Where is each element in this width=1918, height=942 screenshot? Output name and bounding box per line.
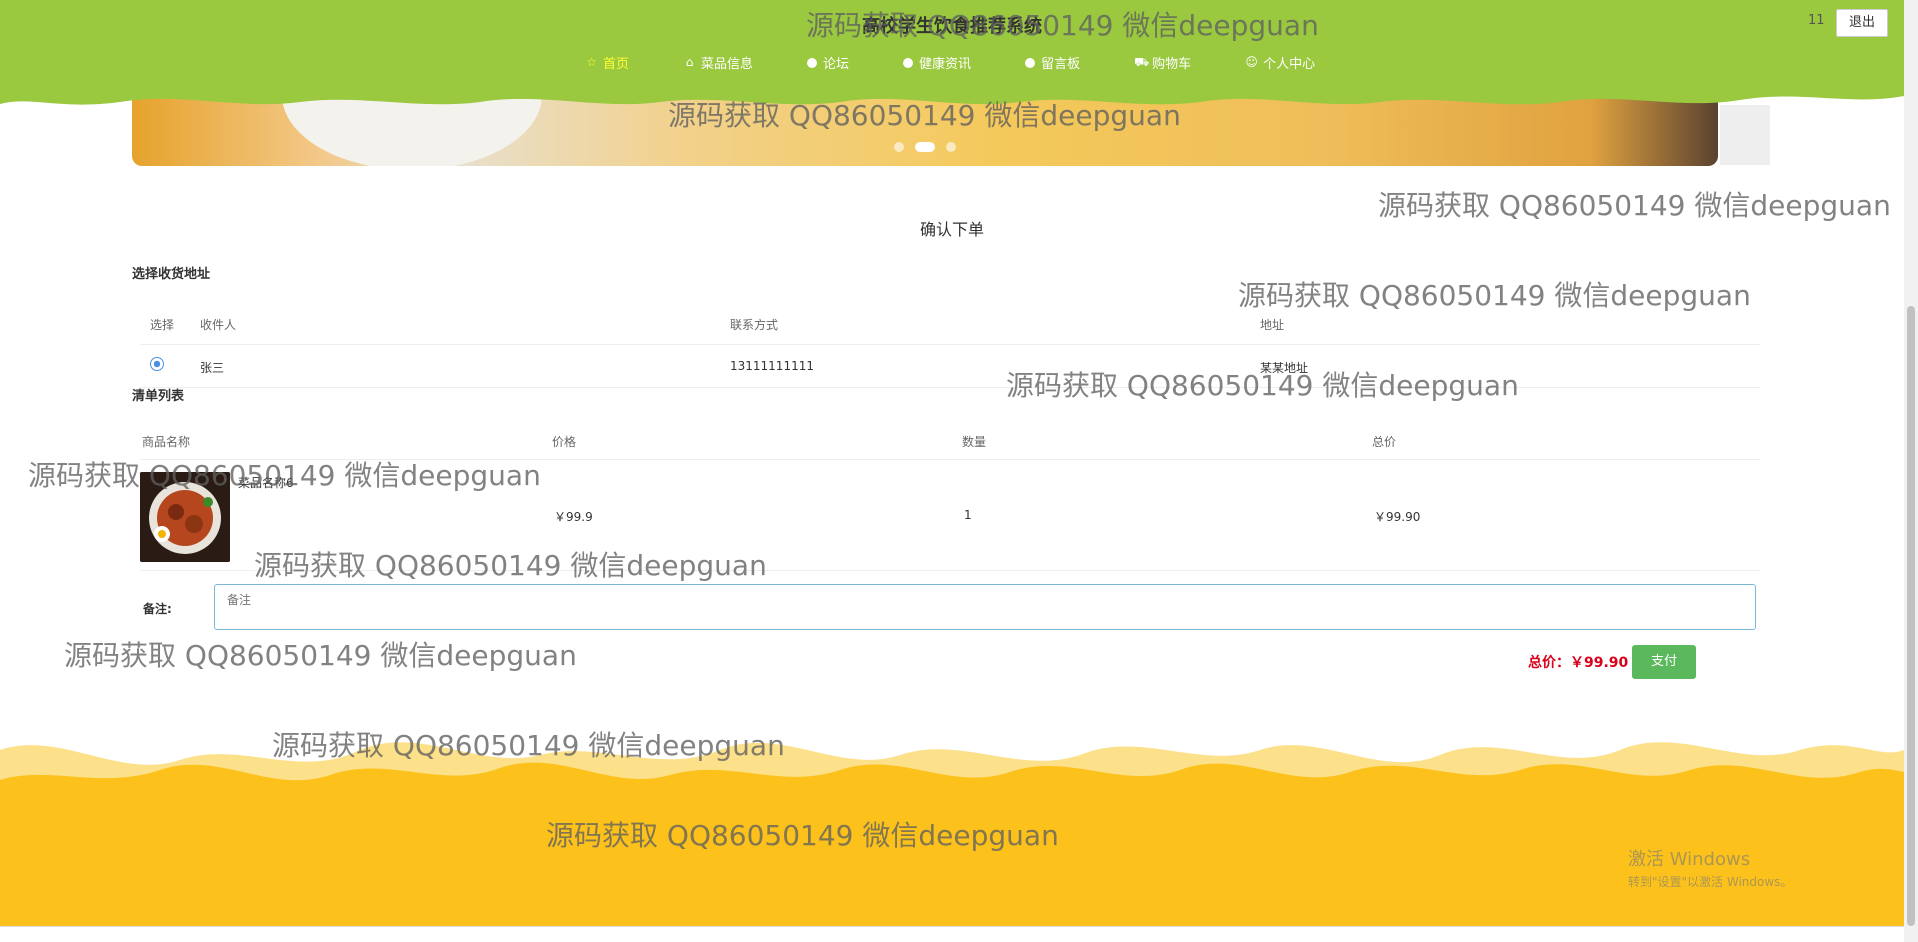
user-icon: ☺ [1245,55,1258,69]
star-icon: ☆ [586,55,597,69]
nav-health-news[interactable]: 健康资讯 [903,53,971,72]
watermark: 源码获取 QQ86050149 微信deepguan [64,639,577,672]
dish-total: ￥99.90 [1374,510,1421,524]
pay-button[interactable]: 支付 [1632,645,1696,679]
activation-title: 激活 Windows [1628,849,1751,870]
dot-icon [903,57,914,68]
nav-cart[interactable]: ⛟ 购物车 [1134,53,1192,73]
windows-activation-notice: 激活 Windows 转到"设置"以激活 Windows。 [1628,845,1792,890]
order-title: 确认下单 [919,220,984,239]
remark-label: 备注: [143,602,172,616]
carousel-indicators [132,137,1718,156]
nav-dishes-label: 菜品信息 [701,57,754,72]
nav-user-center[interactable]: ☺ 个人中心 [1245,53,1316,73]
col-total: 总价 [1372,435,1397,449]
dot-icon [1025,57,1036,68]
nav-user-center-label: 个人中心 [1263,57,1316,72]
page: 高校学生饮食推荐系统 ☆ 首页 ⌂ 菜品信息 论坛 健康资讯 留言板 ⛟ 购物车… [0,0,1904,942]
top-header: 高校学生饮食推荐系统 ☆ 首页 ⌂ 菜品信息 论坛 健康资讯 留言板 ⛟ 购物车… [0,0,1904,112]
remark-input[interactable] [214,584,1756,630]
carousel-dot[interactable] [893,142,904,152]
activation-subtitle: 转到"设置"以激活 Windows。 [1628,875,1793,889]
order-total: 总价：￥99.90 [1528,655,1629,671]
receiver-contact: 13111111111 [730,359,814,373]
footer-wave [0,720,1904,942]
nav-home[interactable]: ☆ 首页 [585,53,630,73]
logout-button[interactable]: 退出 [1836,9,1888,37]
vertical-scrollbar[interactable] [1904,0,1918,942]
nav-home-label: 首页 [603,57,630,72]
col-contact: 联系方式 [730,318,779,332]
main-nav: ☆ 首页 ⌂ 菜品信息 论坛 健康资讯 留言板 ⛟ 购物车 ☺ 个人中心 [585,53,1369,73]
dish-quantity: 1 [964,508,972,522]
dish-price: ￥99.9 [554,510,593,524]
bottom-edge [0,926,1904,942]
col-quantity: 数量 [962,435,987,449]
col-address: 地址 [1260,318,1285,332]
col-price: 价格 [552,435,577,449]
carousel-dot[interactable] [946,142,957,152]
bag-icon: ⌂ [685,55,694,69]
receiver-name: 张三 [200,361,225,375]
nav-message-board-label: 留言板 [1041,57,1081,72]
address-section-title: 选择收货地址 [132,267,211,282]
carousel-dot-active[interactable] [915,142,935,152]
col-goods-name: 商品名称 [142,435,191,449]
col-receiver: 收件人 [200,318,237,332]
nav-forum[interactable]: 论坛 [807,53,849,72]
col-select: 选择 [150,318,175,332]
address-table: 选择 收件人 联系方式 地址 张三 13111111111 某某地址 [140,302,1760,388]
username[interactable]: 11 [1808,13,1825,28]
dish-thumbnail[interactable] [140,472,230,562]
nav-dishes[interactable]: ⌂ 菜品信息 [683,53,754,73]
goods-table: 商品名称 价格 数量 总价 菜品名称6 ￥99.9 1 ￥99.90 [140,423,1760,571]
nav-forum-label: 论坛 [823,57,850,72]
banner-next-slide [1720,105,1770,165]
site-title: 高校学生饮食推荐系统 [862,16,1042,37]
receiver-address: 某某地址 [1260,361,1309,375]
cart-icon: ⛟ [1134,55,1150,69]
address-radio[interactable] [150,357,164,371]
scrollbar-thumb[interactable] [1907,306,1915,926]
goods-table-header: 商品名称 价格 数量 总价 [140,423,1760,460]
dish-name: 菜品名称6 [238,476,294,490]
dot-icon [807,57,818,68]
table-row: 菜品名称6 ￥99.9 1 ￥99.90 [140,460,1760,571]
list-section-title: 清单列表 [132,389,185,404]
address-table-header: 选择 收件人 联系方式 地址 [140,302,1760,345]
nav-health-news-label: 健康资讯 [919,57,972,72]
address-row[interactable]: 张三 13111111111 某某地址 [140,345,1760,388]
nav-cart-label: 购物车 [1152,57,1192,72]
nav-message-board[interactable]: 留言板 [1025,53,1080,72]
